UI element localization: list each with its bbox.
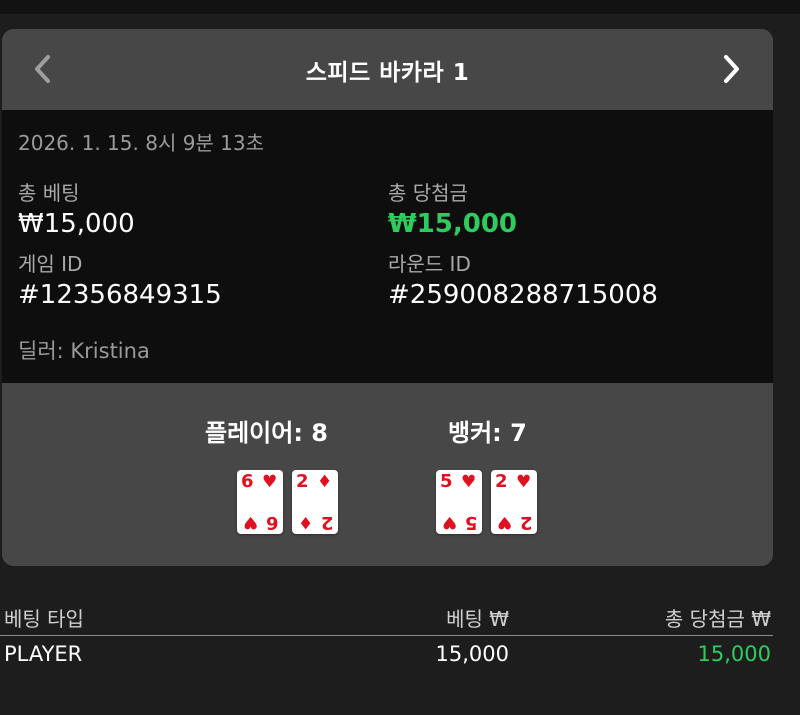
bet-type-cell: PLAYER (4, 642, 83, 666)
bet-amount-cell: 15,000 (435, 642, 509, 666)
chevron-right-icon (724, 55, 739, 83)
heart-icon: ♥ (262, 472, 278, 492)
game-title: 스피드 바카라 1 (305, 59, 470, 86)
chevron-left-icon (35, 55, 50, 83)
round-info: 2026. 1. 15. 8시 9분 13초 총 베팅 ₩15,000 총 당첨… (2, 110, 773, 383)
next-round-button[interactable] (712, 49, 752, 89)
game-id-label: 게임 ID (18, 252, 83, 276)
banker-card-1: 5 ♥ ♥ 5 (436, 470, 482, 534)
total-win-header: 총 당첨금 ₩ (664, 607, 771, 631)
round-datetime: 2026. 1. 15. 8시 9분 13초 (18, 131, 265, 155)
total-bet-value: ₩15,000 (18, 209, 135, 239)
banker-card-2: 2 ♥ ♥ 2 (491, 470, 537, 534)
banker-score: 뱅커: 7 (448, 419, 527, 447)
bet-type-header: 베팅 타입 (4, 607, 84, 631)
bet-amount-header: 베팅 ₩ (446, 607, 509, 631)
game-id-value: #12356849315 (18, 280, 222, 310)
total-win-cell: 15,000 (697, 642, 771, 666)
table-row: PLAYER 15,000 15,000 (0, 636, 773, 674)
bet-table: 베팅 타입 베팅 ₩ 총 당첨금 ₩ PLAYER 15,000 15,000 (0, 597, 773, 674)
heart-icon: ♥ (496, 512, 512, 532)
player-score: 플레이어: 8 (205, 419, 328, 447)
top-bar (0, 0, 800, 14)
diamond-icon: ♦ (297, 512, 313, 532)
table-header: 베팅 타입 베팅 ₩ 총 당첨금 ₩ (0, 597, 773, 636)
diamond-icon: ♦ (317, 472, 333, 492)
total-bet-label: 총 베팅 (18, 181, 80, 205)
total-win-value: ₩15,000 (388, 209, 518, 239)
total-win-label: 총 당첨금 (388, 181, 468, 205)
round-detail-panel: 스피드 바카라 1 2026. 1. 15. 8시 9분 13초 총 베팅 ₩1… (2, 29, 773, 566)
hand-results: 플레이어: 8 뱅커: 7 6 ♥ ♥ 6 2 ♦ ♦ 2 5 ♥ ♥ 5 2 … (2, 383, 773, 566)
player-card-2: 2 ♦ ♦ 2 (292, 470, 338, 534)
heart-icon: ♥ (441, 512, 457, 532)
round-id-value: #259008288715008 (388, 280, 658, 310)
round-id-label: 라운드 ID (388, 252, 471, 276)
previous-round-button[interactable] (22, 49, 62, 89)
dealer-name: 딜러: Kristina (18, 339, 150, 363)
heart-icon: ♥ (461, 472, 477, 492)
heart-icon: ♥ (242, 512, 258, 532)
player-card-1: 6 ♥ ♥ 6 (237, 470, 283, 534)
panel-header: 스피드 바카라 1 (2, 29, 773, 110)
heart-icon: ♥ (516, 472, 532, 492)
